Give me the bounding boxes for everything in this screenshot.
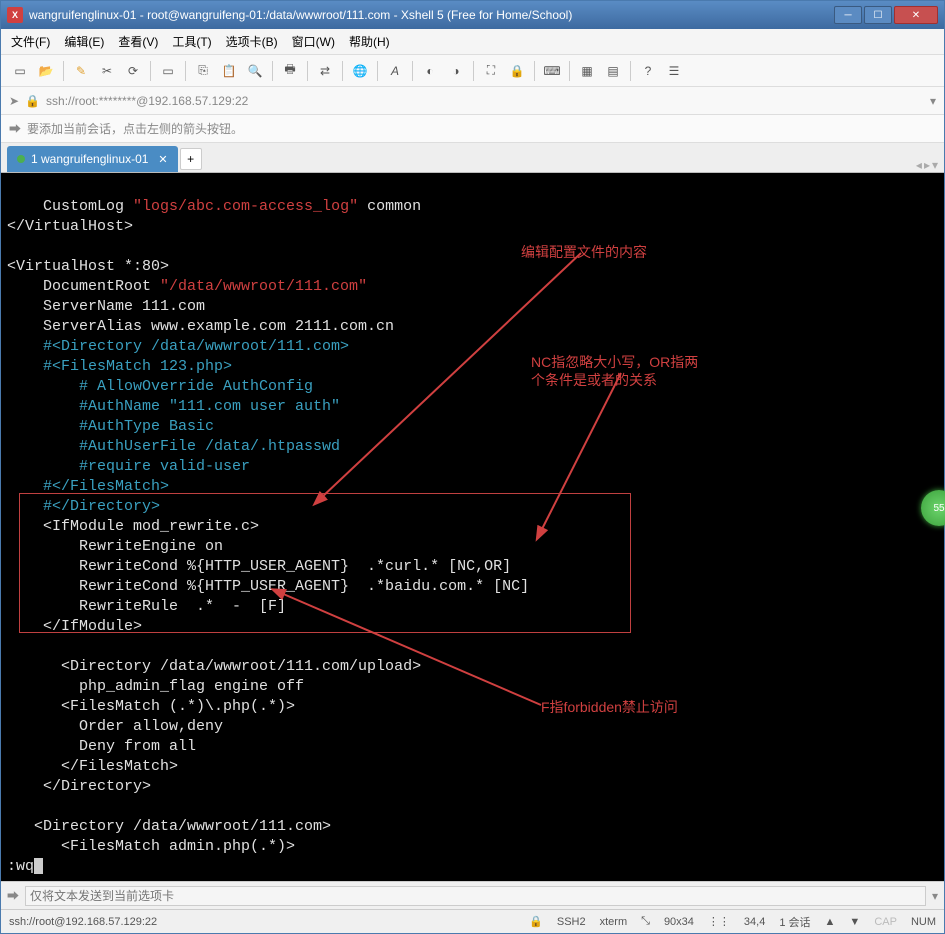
- status-address: ssh://root@192.168.57.129:22: [9, 916, 157, 928]
- status-num: NUM: [911, 916, 936, 928]
- lock-icon: 🔒: [529, 915, 543, 928]
- menu-tools[interactable]: 工具(T): [172, 33, 211, 50]
- menu-view[interactable]: 查看(V): [118, 33, 158, 50]
- scheme-icon[interactable]: ◑: [445, 60, 467, 82]
- status-cap: CAP: [874, 916, 897, 928]
- tab-next-icon[interactable]: ▸: [924, 158, 930, 172]
- layout-icon[interactable]: ▦: [576, 60, 598, 82]
- status-size: 90x34: [664, 916, 694, 928]
- tab-menu-icon[interactable]: ▾: [932, 158, 938, 172]
- up-arrow-icon[interactable]: ▲: [825, 916, 836, 928]
- grid-icon: ⋮⋮: [708, 915, 730, 928]
- fullscreen-icon[interactable]: ⛶: [480, 60, 502, 82]
- arrow-3: [1, 173, 701, 743]
- tile-icon[interactable]: ▤: [602, 60, 624, 82]
- copy-icon[interactable]: ⎘: [192, 60, 214, 82]
- properties-icon[interactable]: ▭: [157, 60, 179, 82]
- about-icon[interactable]: ☰: [663, 60, 685, 82]
- print-icon[interactable]: 🖶: [279, 60, 301, 82]
- status-pos: 34,4: [744, 916, 765, 928]
- menu-tab[interactable]: 选项卡(B): [226, 33, 278, 50]
- down-arrow-icon[interactable]: ▼: [849, 916, 860, 928]
- session-tab[interactable]: 1 wangruifenglinux-01 ✕: [7, 146, 178, 172]
- tab-bar: 1 wangruifenglinux-01 ✕ + ◂ ▸ ▾: [1, 143, 944, 173]
- lock-icon: 🔒: [25, 94, 40, 108]
- close-button[interactable]: ✕: [894, 6, 938, 24]
- toolbar: ▭ 📂 ✎ ✂ ⟳ ▭ ⎘ 📋 🔍 🖶 ⇄ 🌐 A ◐ ◑ ⛶ 🔒 ⌨ ▦ ▤ …: [1, 55, 944, 87]
- color-icon[interactable]: ◐: [419, 60, 441, 82]
- status-term: xterm: [600, 916, 628, 928]
- title-bar: X wangruifenglinux-01 - root@wangruifeng…: [1, 1, 944, 29]
- address-text[interactable]: ssh://root:********@192.168.57.129:22: [46, 94, 924, 108]
- tab-close-icon[interactable]: ✕: [158, 153, 167, 166]
- add-tab-button[interactable]: +: [180, 148, 202, 170]
- reconnect-icon[interactable]: ⟳: [122, 60, 144, 82]
- send-icon[interactable]: ⮕: [7, 887, 19, 904]
- connect-icon[interactable]: ✎: [70, 60, 92, 82]
- terminal[interactable]: CustomLog "logs/abc.com-access_log" comm…: [1, 173, 944, 881]
- paste-icon[interactable]: 📋: [218, 60, 240, 82]
- compose-input[interactable]: [25, 886, 926, 906]
- tab-label: 1 wangruifenglinux-01: [31, 152, 148, 166]
- tab-prev-icon[interactable]: ◂: [916, 158, 922, 172]
- maximize-button[interactable]: ☐: [864, 6, 892, 24]
- help-icon[interactable]: ?: [637, 60, 659, 82]
- keyboard-icon[interactable]: ⌨: [541, 60, 563, 82]
- hint-text: 要添加当前会话，点击左侧的箭头按钮。: [27, 120, 243, 137]
- address-bar: ➤ 🔒 ssh://root:********@192.168.57.129:2…: [1, 87, 944, 115]
- resize-icon: ⤡: [641, 915, 650, 928]
- cursor: [34, 858, 43, 874]
- menu-help[interactable]: 帮助(H): [349, 33, 390, 50]
- status-sess: 1 会话: [779, 914, 810, 930]
- find-icon[interactable]: 🔍: [244, 60, 266, 82]
- transfer-icon[interactable]: ⇄: [314, 60, 336, 82]
- menu-bar: 文件(F) 编辑(E) 查看(V) 工具(T) 选项卡(B) 窗口(W) 帮助(…: [1, 29, 944, 55]
- disconnect-icon[interactable]: ✂: [96, 60, 118, 82]
- app-icon: X: [7, 7, 23, 23]
- dropdown-icon[interactable]: ▾: [930, 94, 936, 108]
- status-dot-icon: [17, 155, 25, 163]
- menu-edit[interactable]: 编辑(E): [64, 33, 104, 50]
- menu-file[interactable]: 文件(F): [11, 33, 50, 50]
- status-ssh: SSH2: [557, 916, 586, 928]
- minimize-button[interactable]: ─: [834, 6, 862, 24]
- window-title: wangruifenglinux-01 - root@wangruifeng-0…: [29, 8, 832, 22]
- addr-arrow-icon[interactable]: ➤: [9, 94, 19, 108]
- font-icon[interactable]: A: [384, 60, 406, 82]
- vim-command: :wq: [7, 858, 34, 875]
- hint-bar: ⮕ 要添加当前会话，点击左侧的箭头按钮。: [1, 115, 944, 143]
- new-icon[interactable]: ▭: [9, 60, 31, 82]
- hint-arrow-icon[interactable]: ⮕: [9, 120, 21, 137]
- globe-icon[interactable]: 🌐: [349, 60, 371, 82]
- open-icon[interactable]: 📂: [35, 60, 57, 82]
- status-bar: ssh://root@192.168.57.129:22 🔒 SSH2 xter…: [1, 909, 944, 933]
- lock-icon[interactable]: 🔒: [506, 60, 528, 82]
- compose-bar: ⮕ ▾: [1, 881, 944, 909]
- menu-window[interactable]: 窗口(W): [292, 33, 335, 50]
- toggle-icon[interactable]: ▾: [932, 889, 938, 903]
